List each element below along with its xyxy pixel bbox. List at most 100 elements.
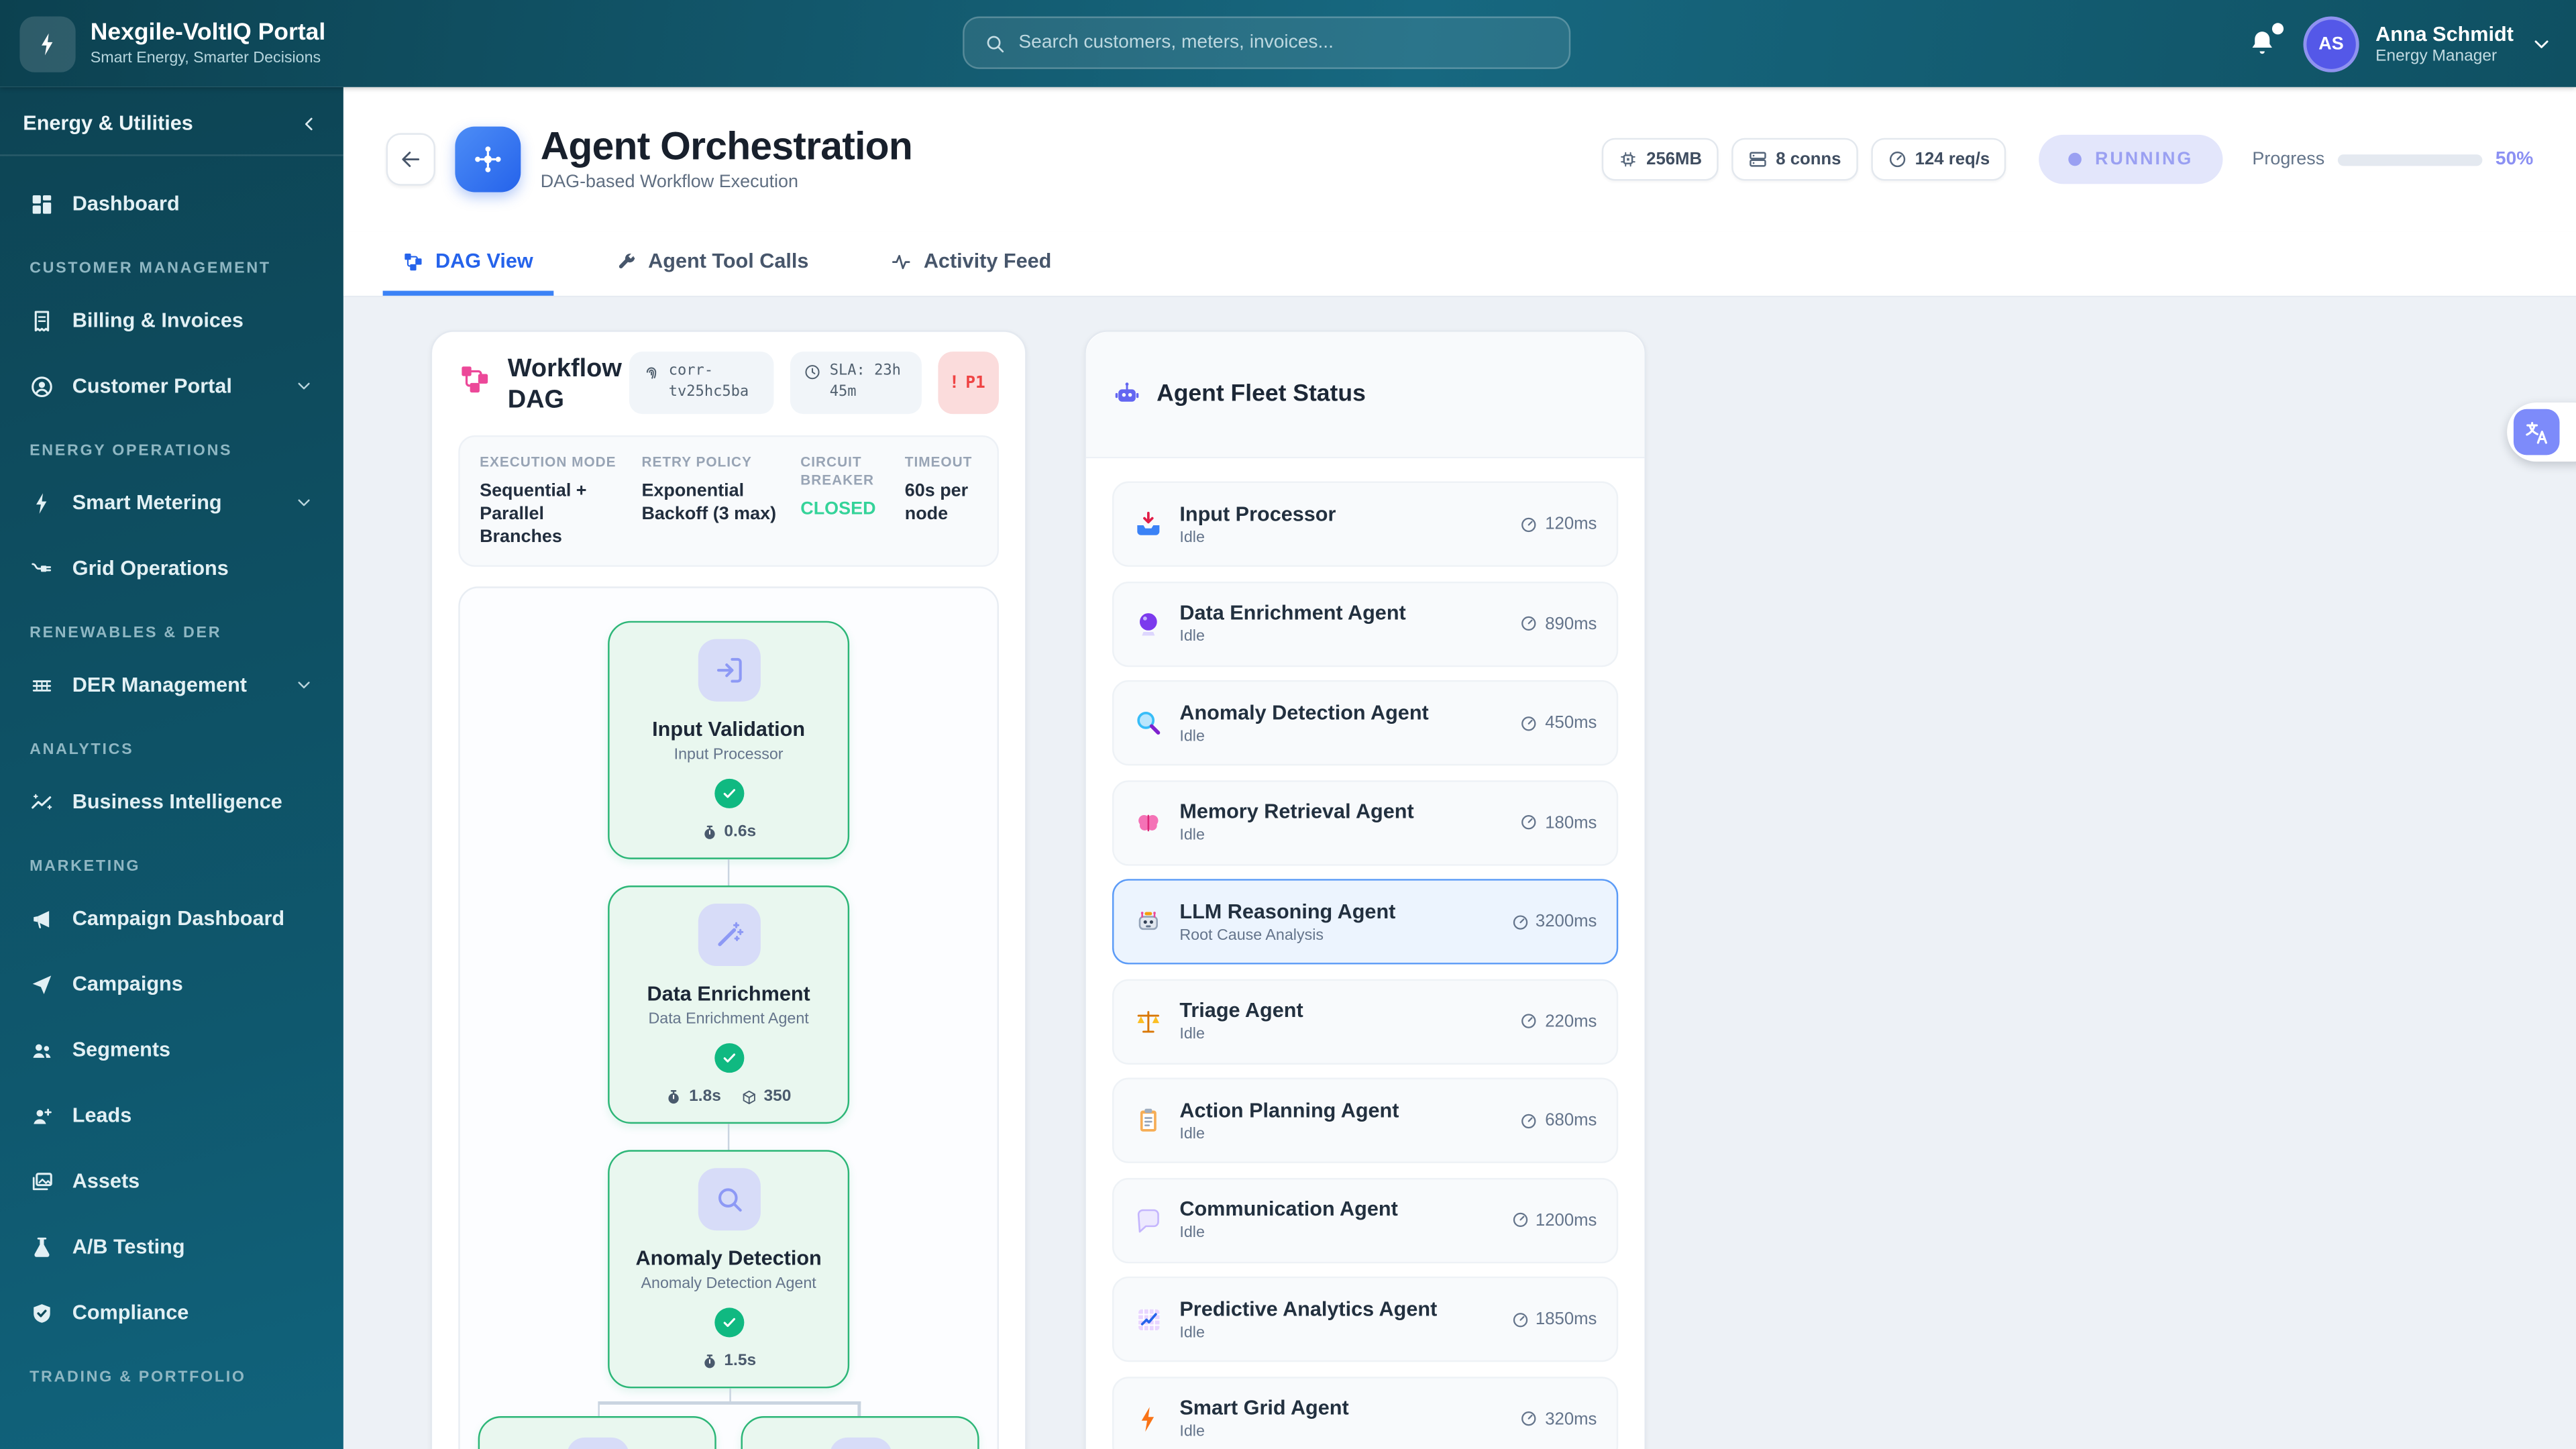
agent-row-triage-agent[interactable]: Triage Agent Idle 220ms (1112, 978, 1619, 1064)
tab-agent-tool-calls[interactable]: Agent Tool Calls (596, 231, 828, 296)
duration-metric: 0.6s (701, 823, 756, 841)
dag-canvas: Input Validation Input Processor 0.6s Data … (458, 586, 999, 1449)
avatar[interactable]: AS (2303, 15, 2359, 72)
dag-node-title: Input Validation (652, 718, 806, 741)
progress-label: Progress (2252, 149, 2325, 170)
floating-translate-widget[interactable] (2507, 402, 2576, 462)
wrench-icon (615, 250, 637, 272)
dag-connector (727, 859, 730, 886)
back-button[interactable] (386, 133, 435, 186)
user-cluster: AS Anna Schmidt Energy Manager (2247, 0, 2553, 87)
sidebar-item-dashboard[interactable]: Dashboard (13, 172, 331, 235)
latency-value: 120ms (1545, 514, 1597, 534)
sla-value: SLA: 23h 45m (829, 363, 901, 401)
tab-label: Activity Feed (923, 250, 1052, 273)
content-area: Workflow DAG corr-tv25hc5ba SLA: 23h 45m… (343, 297, 2576, 1449)
sidebar-collapse-chevron-left-icon[interactable] (299, 113, 321, 134)
agent-name: Input Processor (1179, 502, 1336, 525)
sidebar-item-grid-operations[interactable]: Grid Operations (13, 537, 331, 600)
gauge-icon (1511, 1211, 1529, 1229)
speech-icon (1134, 1205, 1163, 1234)
stat-value: 256MB (1646, 149, 1703, 170)
robot-icon (1134, 907, 1163, 936)
agent-info: Communication Agent Idle (1179, 1197, 1397, 1242)
sidebar-item-customer-portal[interactable]: Customer Portal (13, 355, 331, 417)
agent-row-communication-agent[interactable]: Communication Agent Idle 1200ms (1112, 1177, 1619, 1263)
agent-latency: 220ms (1520, 1011, 1597, 1031)
sidebar-item-campaign-dashboard[interactable]: Campaign Dashboard (13, 887, 331, 949)
tab-dag-view[interactable]: DAG View (382, 231, 553, 296)
sidebar-item-label: Compliance (72, 1301, 189, 1324)
dag-node-input-validation[interactable]: Input Validation Input Processor 0.6s (608, 621, 850, 859)
dag-node-branch[interactable] (478, 1416, 716, 1449)
fleet-list: Input Processor Idle 120ms Data Enrichment … (1086, 458, 1645, 1449)
progress-percent: 50% (2495, 149, 2534, 170)
tab-bar: DAG View Agent Tool Calls Activity Feed (343, 231, 2576, 298)
images-icon (30, 1169, 54, 1193)
brand-bolt-icon (19, 15, 76, 72)
page-header: Agent Orchestration DAG-based Workflow E… (343, 87, 2576, 232)
sidebar-item-billing-invoices[interactable]: Billing & Invoices (13, 289, 331, 352)
inbox-icon (1134, 509, 1163, 539)
shield-check-icon (30, 1300, 54, 1325)
alert-icon: ! (951, 372, 957, 393)
agent-info: Memory Retrieval Agent Idle (1179, 800, 1413, 845)
sidebar-section-label: TRADING & PORTFOLIO (30, 1368, 246, 1387)
tab-activity-feed[interactable]: Activity Feed (871, 231, 1071, 296)
meta-value: 60s per node (904, 481, 969, 525)
sidebar-item-a-b-testing[interactable]: A/B Testing (13, 1216, 331, 1278)
agent-row-data-enrichment-agent[interactable]: Data Enrichment Agent Idle 890ms (1112, 580, 1619, 667)
notifications-bell-icon[interactable] (2247, 22, 2284, 60)
sidebar-item-smart-metering[interactable]: Smart Metering (13, 472, 331, 534)
chip-icon (1619, 150, 1638, 169)
sidebar-section-label: RENEWABLES & DER (30, 624, 222, 643)
workspace-row: Energy & Utilities (0, 87, 343, 156)
tokens-value: 350 (763, 1087, 792, 1106)
stat-badge-gauge: 124 req/s (1870, 138, 2006, 181)
sidebar-item-business-intelligence[interactable]: Business Intelligence (13, 771, 331, 833)
sidebar-item-assets[interactable]: Assets (13, 1150, 331, 1212)
global-search-input[interactable]: Search customers, meters, invoices... (963, 16, 1571, 69)
dag-connector (727, 1124, 730, 1150)
dag-node-title: Data Enrichment (647, 982, 810, 1006)
status-badge: RUNNING (2039, 134, 2223, 184)
sidebar-item-compliance[interactable]: Compliance (13, 1281, 331, 1344)
dag-node-anomaly-detection[interactable]: Anomaly Detection Anomaly Detection Agent… (608, 1150, 850, 1389)
sidebar-item-label: Billing & Invoices (72, 309, 244, 332)
agent-row-llm-reasoning-agent[interactable]: LLM Reasoning Agent Root Cause Analysis 32… (1112, 879, 1619, 965)
workflow-dag-icon (458, 363, 491, 396)
sidebar-item-der-management[interactable]: DER Management (13, 654, 331, 716)
agent-info: Anomaly Detection Agent Idle (1179, 700, 1428, 745)
enter-icon (697, 639, 760, 702)
agent-latency: 3200ms (1511, 912, 1597, 932)
latency-value: 1200ms (1535, 1210, 1597, 1230)
agent-row-smart-grid-agent[interactable]: Smart Grid Agent Idle 320ms (1112, 1376, 1619, 1449)
dag-icon (402, 250, 424, 272)
agent-row-memory-retrieval-agent[interactable]: Memory Retrieval Agent Idle 180ms (1112, 780, 1619, 865)
agent-row-action-planning-agent[interactable]: Action Planning Agent Idle 680ms (1112, 1077, 1619, 1163)
correlation-id-badge: corr-tv25hc5ba (629, 352, 774, 415)
server-icon (1748, 150, 1768, 169)
user-menu-chevron-down-icon[interactable] (2530, 32, 2553, 55)
sidebar-item-segments[interactable]: Segments (13, 1018, 331, 1081)
brand-subtitle: Smart Energy, Smarter Decisions (90, 49, 321, 68)
agent-row-predictive-analytics-agent[interactable]: Predictive Analytics Agent Idle 1850ms (1112, 1276, 1619, 1362)
sidebar-item-campaigns[interactable]: Campaigns (13, 953, 331, 1015)
dashboard-icon (30, 191, 54, 216)
dag-node-data-enrichment[interactable]: Data Enrichment Data Enrichment Agent 1.8s… (608, 885, 850, 1124)
workflow-header: Workflow DAG corr-tv25hc5ba SLA: 23h 45m… (458, 352, 999, 416)
agent-status: Root Cause Analysis (1179, 926, 1324, 944)
agent-row-anomaly-detection-agent[interactable]: Anomaly Detection Agent Idle 450ms (1112, 680, 1619, 766)
gauge-icon (1887, 150, 1907, 169)
agent-row-input-processor[interactable]: Input Processor Idle 120ms (1112, 481, 1619, 567)
agent-info: Input Processor Idle (1179, 502, 1336, 546)
notification-dot (2271, 22, 2284, 34)
gauge-icon (1520, 1409, 1538, 1428)
gauge-icon (1520, 1112, 1538, 1130)
sidebar-item-label: Business Intelligence (72, 790, 282, 814)
dag-node-branch[interactable] (741, 1416, 979, 1449)
sidebar-item-leads[interactable]: Leads (13, 1084, 331, 1146)
latency-value: 1850ms (1535, 1309, 1597, 1330)
correlation-id: corr-tv25hc5ba (668, 363, 749, 401)
duration-metric: 1.5s (701, 1352, 756, 1370)
